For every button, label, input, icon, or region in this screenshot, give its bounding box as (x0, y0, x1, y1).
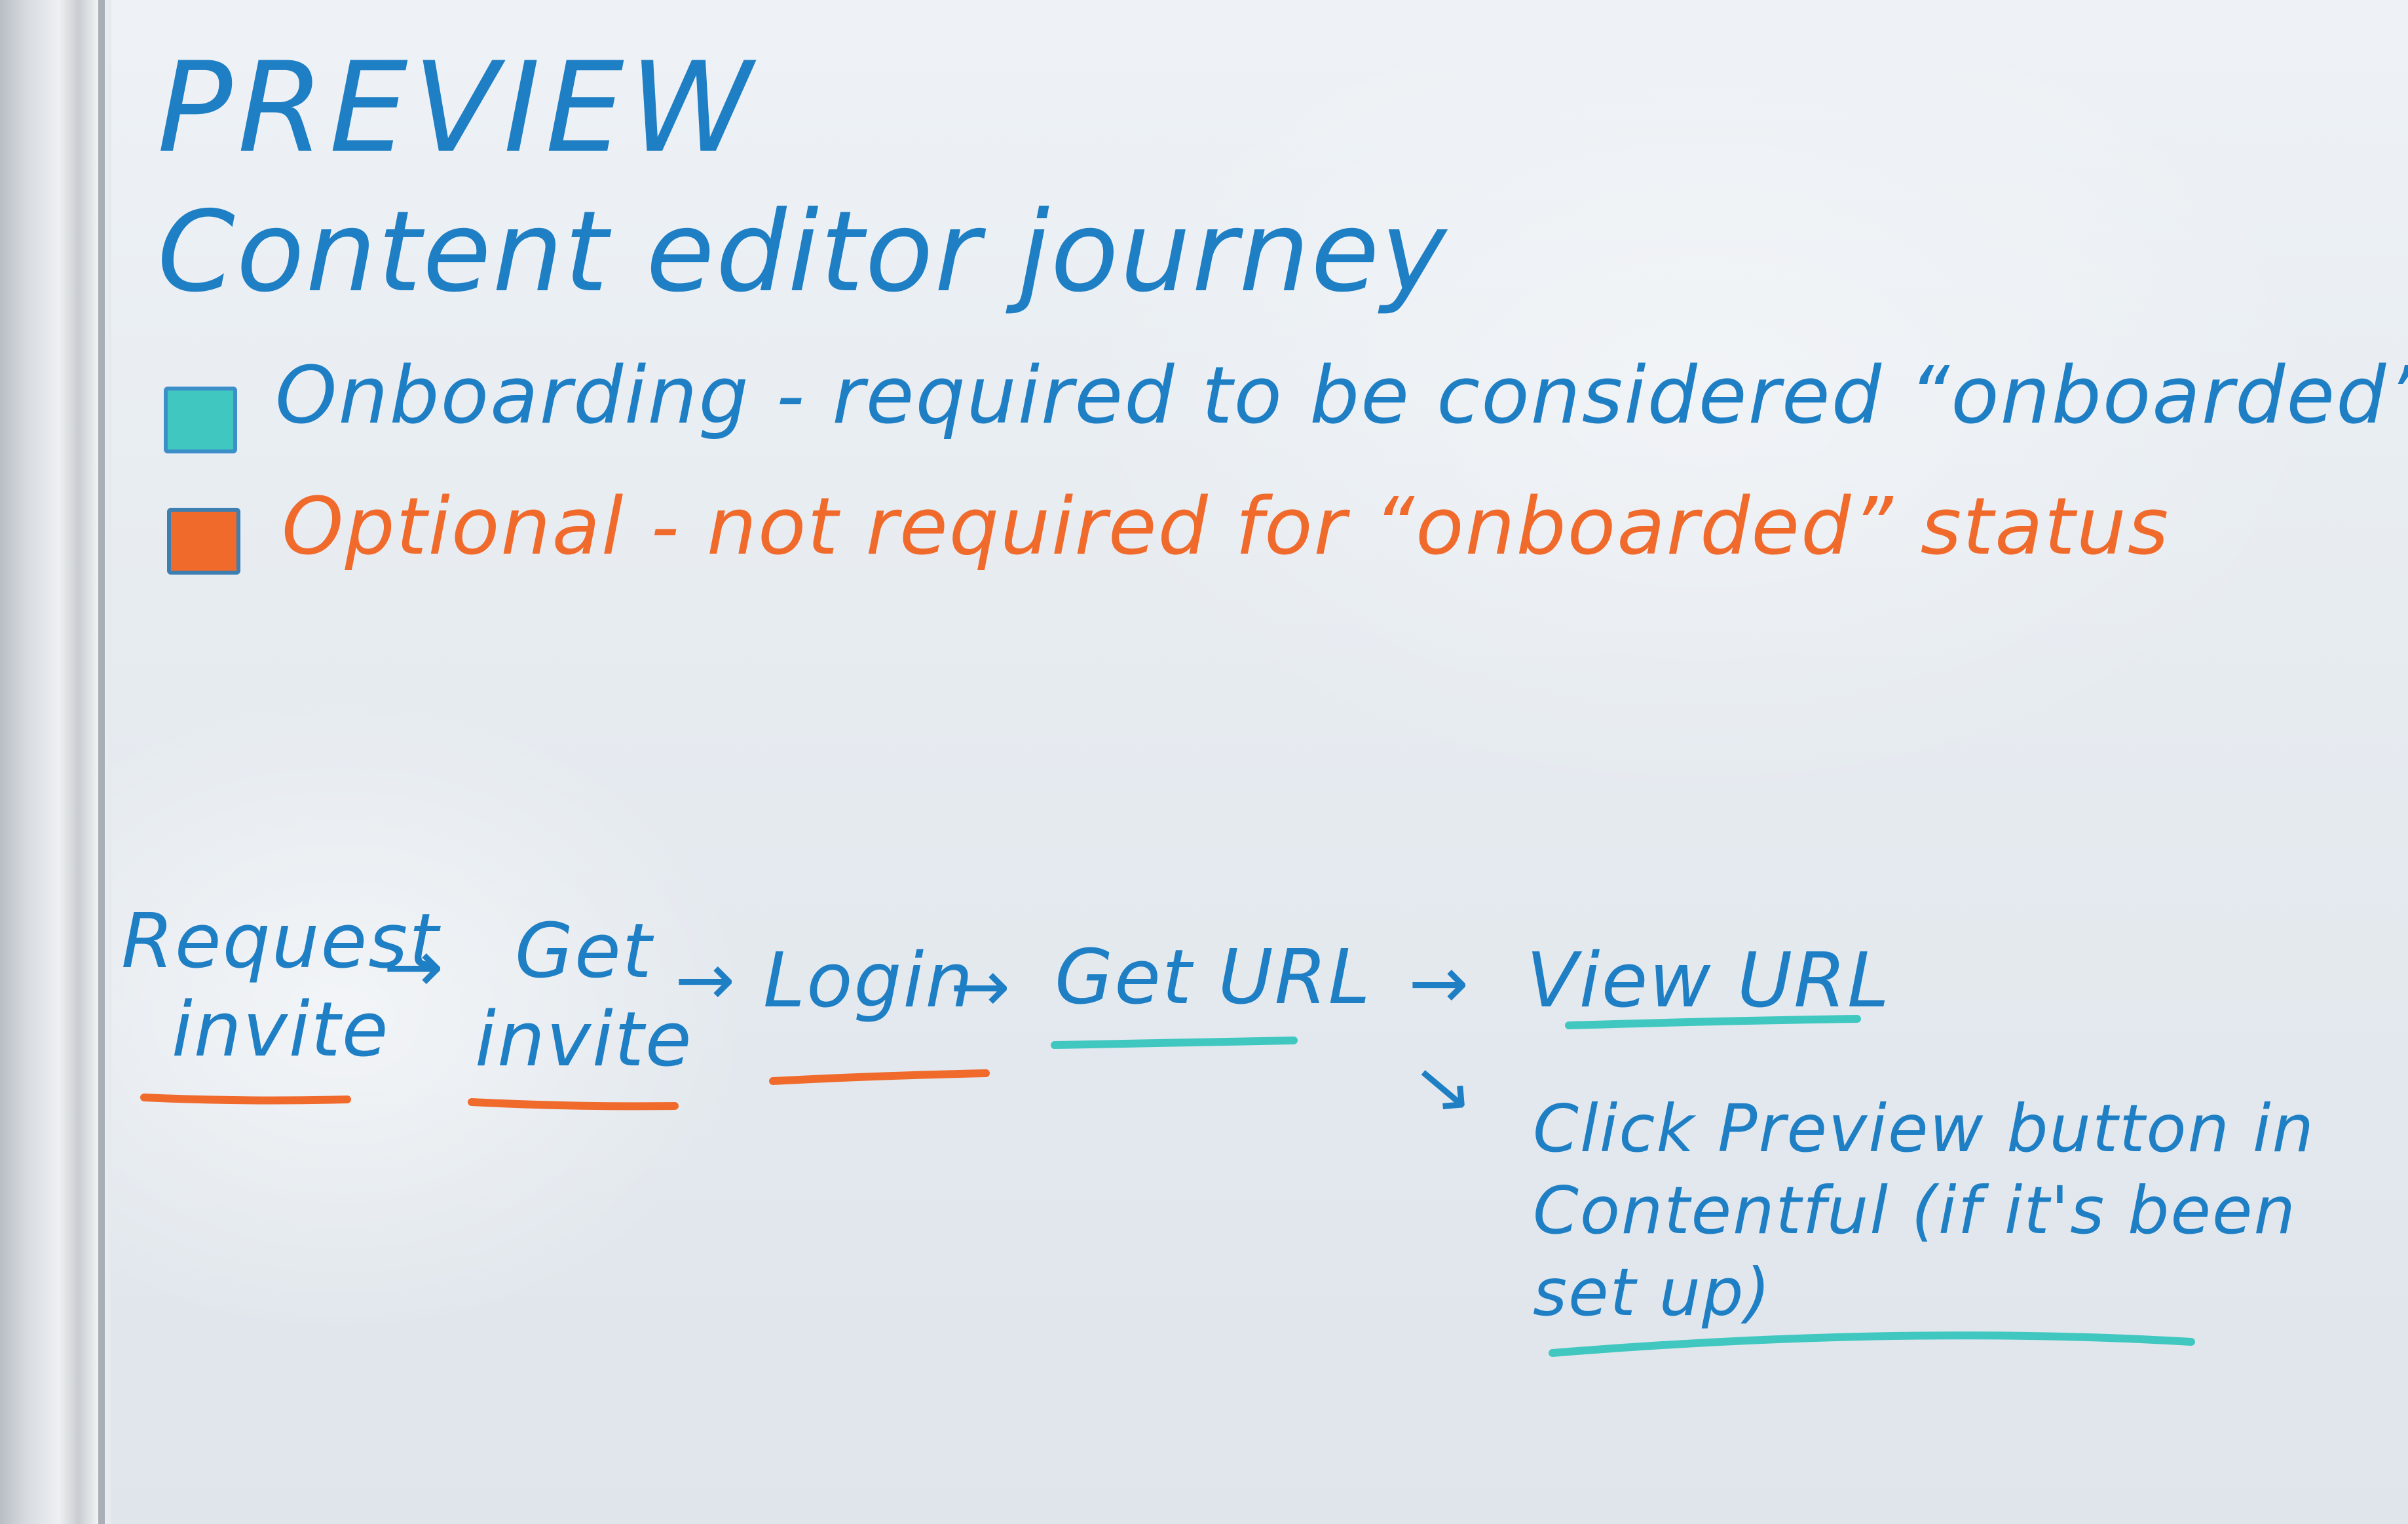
marker-underlines (140, 1015, 2195, 1357)
underline-login (769, 1069, 990, 1085)
underline-get-invite (468, 1098, 679, 1111)
underline-branch-note (1549, 1331, 2195, 1357)
underline-request-invite (140, 1094, 351, 1105)
underline-view-url (1565, 1015, 1861, 1029)
underline-get-url (1051, 1037, 1298, 1049)
